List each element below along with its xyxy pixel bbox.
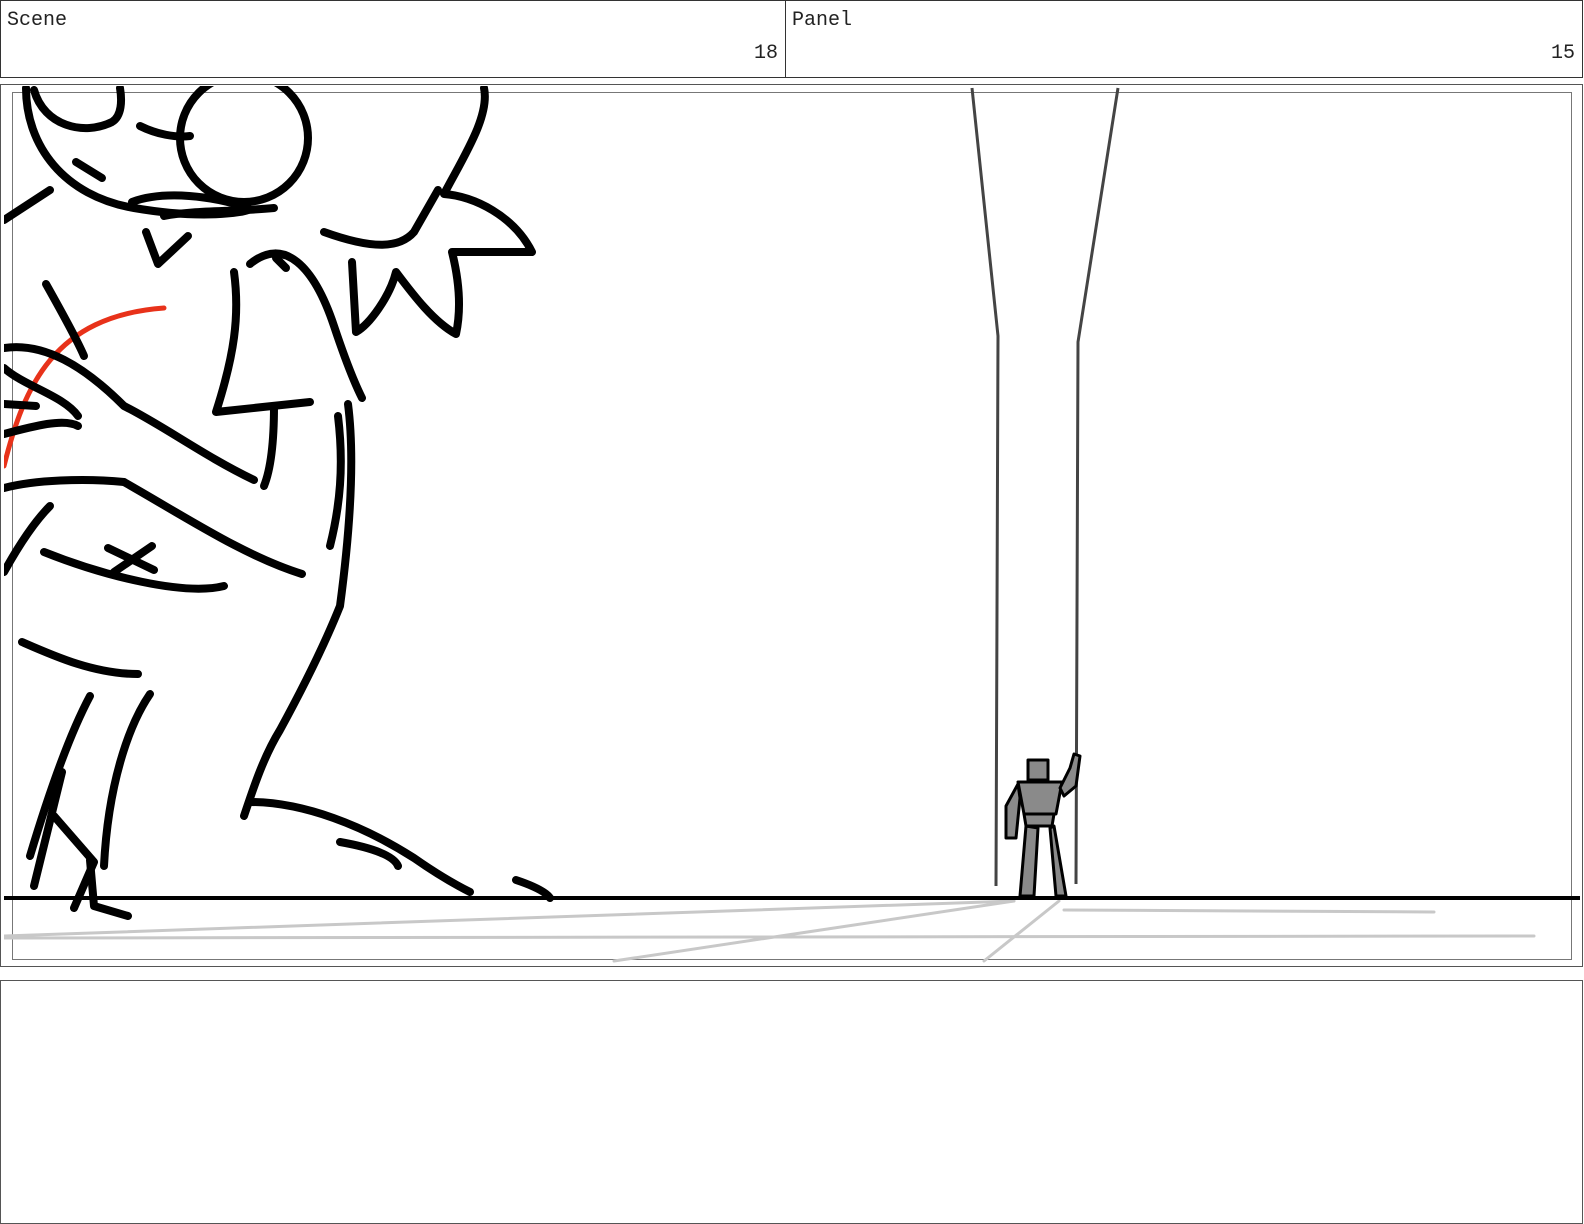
floor-guides xyxy=(4,899,1536,963)
scene-cell: Scene 18 xyxy=(1,1,786,77)
notes-area xyxy=(0,980,1583,1224)
scene-label: Scene xyxy=(7,9,68,32)
storyboard-header: Scene 18 Panel 15 xyxy=(0,0,1583,78)
scene-number: 18 xyxy=(753,42,778,65)
panel-number: 15 xyxy=(1550,42,1575,65)
giant-character-sketch xyxy=(4,86,554,920)
panel-cell: Panel 15 xyxy=(786,1,1582,77)
panel-label: Panel xyxy=(792,9,853,32)
robot-figure xyxy=(1004,752,1082,898)
storyboard-drawing xyxy=(4,86,1580,963)
